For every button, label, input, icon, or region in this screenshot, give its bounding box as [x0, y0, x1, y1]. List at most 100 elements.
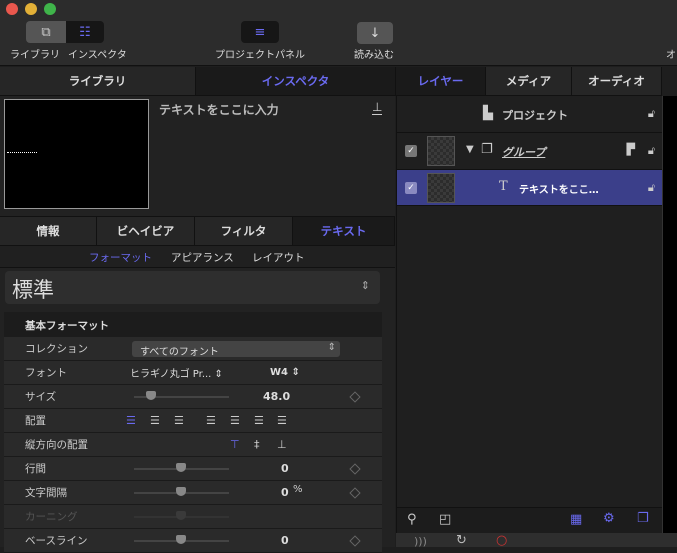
sliders-icon: ☷ [79, 24, 91, 40]
collection-row: コレクション すべてのフォント ⇕ [4, 337, 382, 361]
align-top-icon[interactable]: ⊤ [230, 438, 240, 451]
preview-thumbnail [4, 99, 149, 209]
subtab-format[interactable]: フォーマット [89, 250, 152, 265]
size-value[interactable]: 48.0 [263, 390, 290, 403]
layer-row-group[interactable]: ✓ ▼ ❐ グループ ▛ 🔓︎ [397, 133, 663, 170]
signal-icon[interactable]: ))) [414, 535, 427, 548]
layer-row-text[interactable]: ✓ T テキストをここ… 🔓︎ [397, 170, 663, 206]
import-button[interactable]: ↓ [357, 22, 393, 44]
unlock-icon[interactable]: 🔓︎ [648, 181, 655, 195]
visibility-checkbox[interactable]: ✓ [405, 145, 417, 157]
preset-dropdown[interactable]: 標準 ⇕ [5, 271, 380, 304]
justify-center-icon[interactable]: ☰ [230, 414, 240, 427]
layer-mask-icon[interactable]: ◰ [439, 512, 451, 527]
disclosure-triangle-icon[interactable]: ▼ [466, 144, 474, 155]
layers-panel: ▙ プロジェクト 🔓︎ ✓ ▼ ❐ グループ ▛ 🔓︎ ✓ T テキストをここ…… [396, 96, 663, 547]
slider-knob[interactable] [146, 391, 156, 400]
tracking-label: 文字間隔 [25, 487, 67, 499]
align-left-icon[interactable]: ☰ [126, 414, 136, 427]
checkerboard-icon[interactable]: ▦ [570, 512, 582, 527]
unlock-icon[interactable]: 🔓︎ [648, 144, 655, 158]
layer-thumbnail [427, 136, 455, 166]
text-layer-icon: T [499, 179, 508, 194]
font-weight-select[interactable]: W4 ⇕ [270, 367, 300, 378]
tracking-unit: % [293, 484, 303, 495]
record-icon[interactable]: ○ [496, 533, 507, 548]
collection-dropdown[interactable]: すべてのフォント ⇕ [132, 341, 340, 358]
library-toggle-button[interactable]: ⧉ [26, 21, 66, 43]
slider-knob[interactable] [176, 463, 186, 472]
project-panel-button[interactable]: ≡ [241, 21, 279, 43]
zoom-button[interactable] [44, 3, 56, 15]
font-family-select[interactable]: ヒラギノ丸ゴ Pr... ⇕ [130, 365, 223, 380]
collection-label: コレクション [25, 343, 88, 355]
size-label: サイズ [25, 391, 57, 403]
line-spacing-row: 行間 0 [4, 457, 382, 481]
justify-full-icon[interactable]: ☰ [277, 414, 287, 427]
section-header: 基本フォーマット [25, 320, 109, 332]
pin-icon[interactable]: ⊥ [372, 100, 383, 115]
loop-icon[interactable]: ↻ [456, 533, 467, 548]
chevron-updown-icon: ⇕ [360, 279, 370, 292]
chevron-updown-icon: ⇕ [327, 342, 336, 353]
align-center-icon[interactable]: ☰ [150, 414, 160, 427]
keyframe-diamond-icon[interactable] [349, 486, 361, 499]
align-middle-icon[interactable]: ‡ [254, 438, 260, 451]
canvas-edge [662, 96, 677, 547]
tab-layers[interactable]: レイヤー [396, 67, 486, 95]
font-row: フォント ヒラギノ丸ゴ Pr... ⇕ W4 ⇕ [4, 361, 382, 385]
tab-media[interactable]: メディア [486, 67, 572, 95]
subtab-appearance[interactable]: アピアランス [171, 250, 234, 265]
tracking-slider[interactable] [134, 487, 229, 496]
justify-right-icon[interactable]: ☰ [254, 414, 264, 427]
layers-stack-icon[interactable]: ❐ [637, 511, 649, 526]
line-spacing-slider[interactable] [134, 463, 229, 472]
toolbar: ⧉ ☷ ライブラリ インスペクタ ≡ プロジェクトパネル ↓ 読み込む オ [0, 0, 677, 66]
slider-knob[interactable] [176, 535, 186, 544]
search-icon[interactable]: ⚲ [407, 512, 417, 527]
justify-left-icon[interactable]: ☰ [206, 414, 216, 427]
tab-info[interactable]: 情報 [0, 217, 97, 245]
kerning-label: カーニング [25, 511, 78, 523]
tab-library[interactable]: ライブラリ [0, 67, 196, 95]
minimize-button[interactable] [25, 3, 37, 15]
baseline-value[interactable]: 0 [281, 534, 289, 547]
font-label: フォント [25, 367, 67, 379]
alignment-label: 配置 [25, 415, 46, 427]
tab-audio[interactable]: オーディオ [572, 67, 662, 95]
inspector-toggle-button[interactable]: ☷ [66, 21, 104, 43]
close-button[interactable] [6, 3, 18, 15]
align-bottom-icon[interactable]: ⊥ [277, 438, 287, 451]
isolate-icon[interactable]: ▛ [627, 143, 635, 156]
tab-behaviors[interactable]: ビヘイビア [97, 217, 195, 245]
tab-text[interactable]: テキスト [293, 217, 395, 245]
collection-value: すべてのフォント [140, 347, 219, 358]
baseline-row: ベースライン 0 [4, 529, 382, 553]
preset-value: 標準 [12, 278, 54, 302]
layer-thumbnail [427, 173, 455, 203]
layer-row-project[interactable]: ▙ プロジェクト 🔓︎ [397, 96, 663, 133]
slider-knob[interactable] [176, 487, 186, 496]
project-panel-label: プロジェクトパネル [215, 50, 305, 61]
layer-name: テキストをここ… [519, 185, 599, 196]
gear-icon[interactable]: ⚙ [603, 511, 615, 526]
line-spacing-value[interactable]: 0 [281, 462, 289, 475]
layer-name: グループ [502, 146, 546, 159]
tab-inspector[interactable]: インスペクタ [196, 67, 396, 95]
tab-filters[interactable]: フィルタ [195, 217, 293, 245]
visibility-checkbox[interactable]: ✓ [405, 182, 417, 194]
keyframe-diamond-icon[interactable] [349, 534, 361, 547]
document-icon: ▙ [483, 106, 493, 121]
unlock-icon[interactable]: 🔓︎ [648, 107, 655, 121]
size-slider[interactable] [134, 391, 229, 400]
inspector-title: テキストをここに入力 [159, 103, 279, 117]
inspector-label: インスペクタ [68, 50, 127, 61]
kerning-row: カーニング [4, 505, 382, 529]
keyframe-diamond-icon[interactable] [349, 462, 361, 475]
keyframe-diamond-icon[interactable] [349, 390, 361, 403]
subtab-layout[interactable]: レイアウト [252, 250, 305, 265]
tracking-value[interactable]: 0 [281, 486, 289, 499]
arrow-down-icon: ↓ [369, 25, 381, 41]
align-right-icon[interactable]: ☰ [174, 414, 184, 427]
baseline-slider[interactable] [134, 535, 229, 544]
